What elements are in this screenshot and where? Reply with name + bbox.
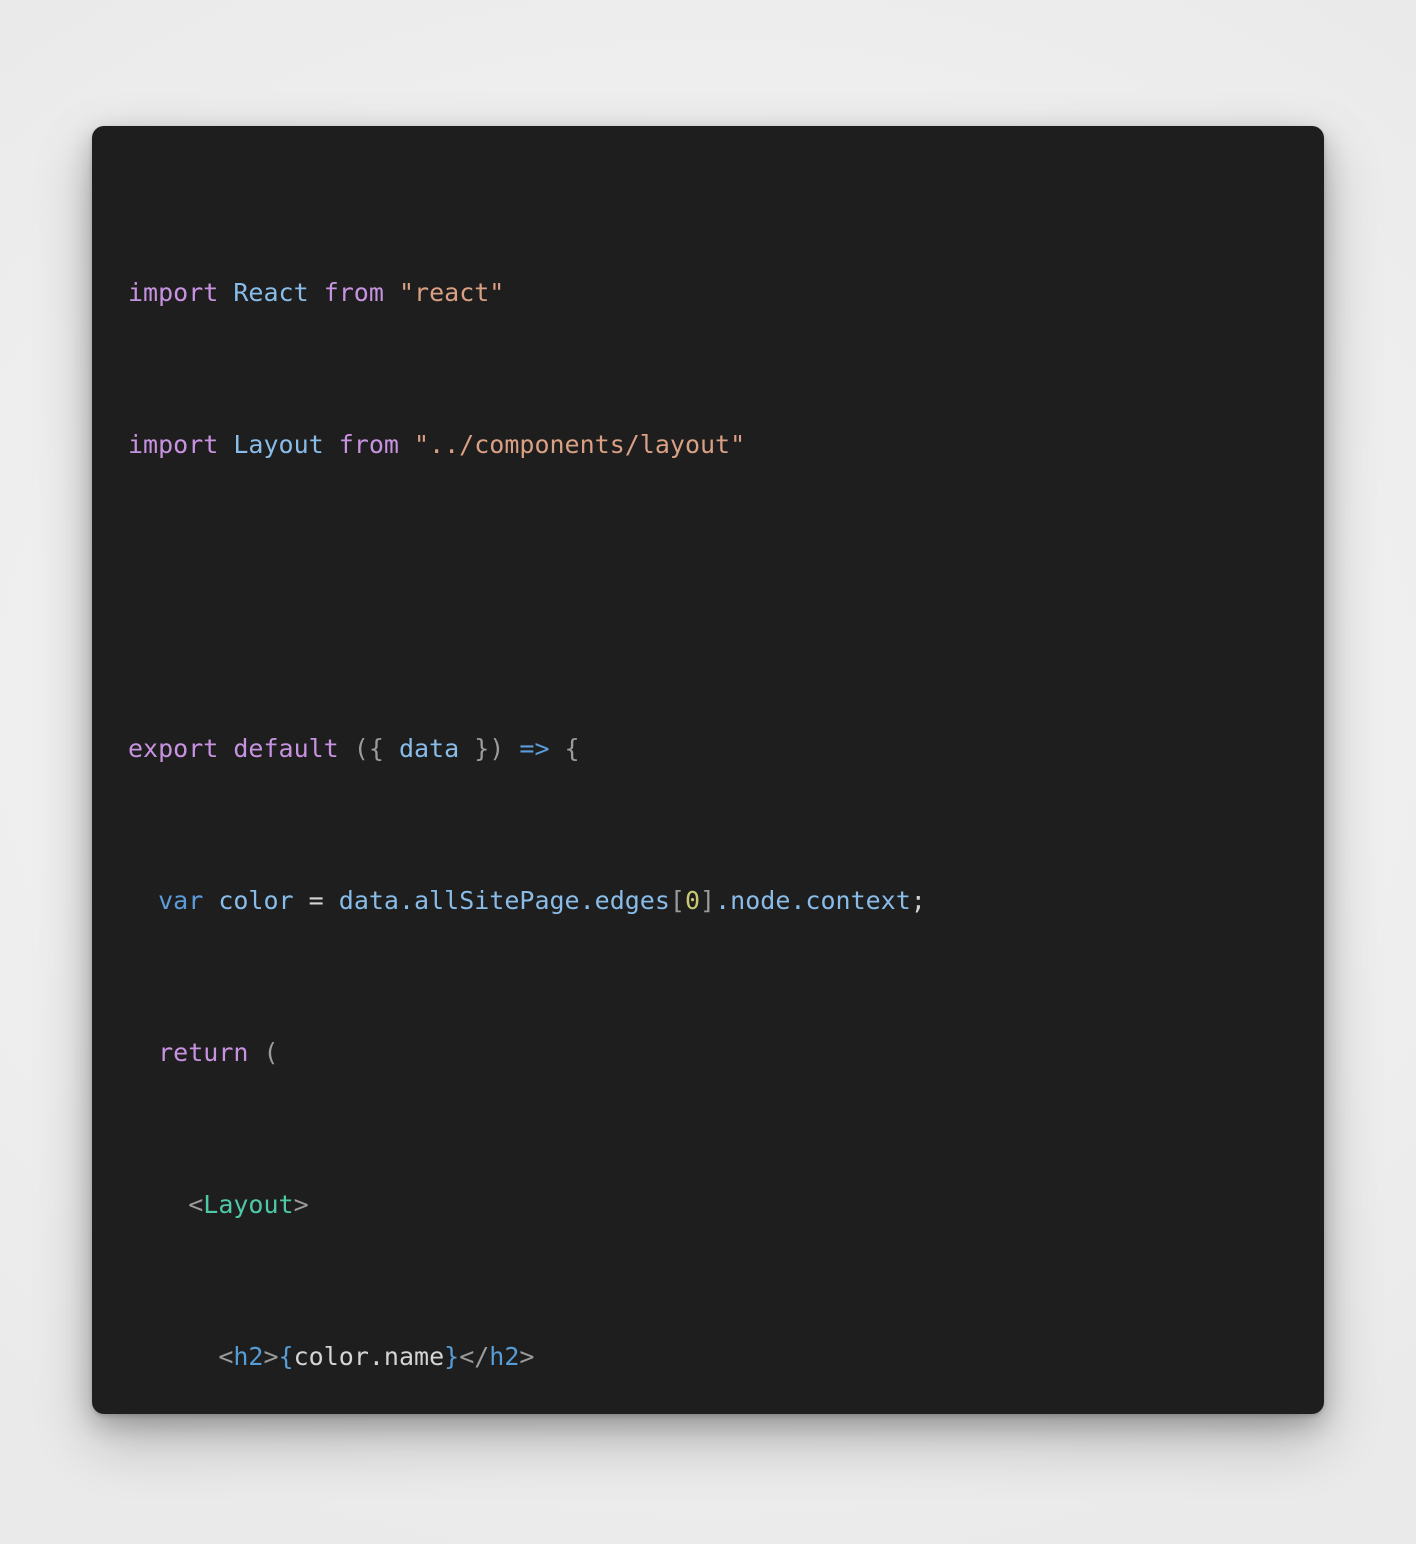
- punct-jsx-close-angle: >: [519, 1342, 535, 1371]
- jsx-tag-h2-open: h2: [233, 1342, 264, 1371]
- punct-open-params: ({: [353, 734, 399, 763]
- punct-expr-close-brace: }: [444, 1342, 460, 1371]
- code-line-1: import React from "react": [128, 274, 1324, 312]
- string-layout-module: "../components/layout": [414, 430, 746, 459]
- code-snippet-card: import React from "react" import Layout …: [92, 126, 1324, 1414]
- expression-data-path-a: data.allSitePage.edges: [338, 886, 670, 915]
- identifier-react: React: [233, 278, 309, 307]
- keyword-import: import: [128, 430, 219, 459]
- code-line-5: var color = data.allSitePage.edges[0].no…: [128, 882, 1324, 920]
- keyword-from: from: [323, 278, 384, 307]
- code-line-8: <h2>{color.name}</h2>: [128, 1338, 1324, 1376]
- string-react-module: "react": [398, 278, 505, 307]
- identifier-layout: Layout: [233, 430, 324, 459]
- code-line-4: export default ({ data }) => {: [128, 730, 1324, 768]
- operator-assign: =: [308, 886, 324, 915]
- number-index-zero: 0: [684, 886, 701, 915]
- expression-data-path-b: .node.context: [715, 886, 911, 915]
- punct-close-params: }): [459, 734, 520, 763]
- code-line-7: <Layout>: [128, 1186, 1324, 1224]
- keyword-export: export: [128, 734, 219, 763]
- code-line-6: return (: [128, 1034, 1324, 1072]
- arrow-operator: =>: [519, 734, 550, 763]
- jsx-expression-color-name: color.name: [293, 1342, 445, 1371]
- punct-jsx-close-angle: >: [293, 1190, 309, 1219]
- keyword-return: return: [158, 1038, 249, 1067]
- punct-expr-open-brace: {: [278, 1342, 294, 1371]
- punct-open-body: {: [549, 734, 580, 763]
- punct-open-paren: (: [263, 1038, 279, 1067]
- punct-semicolon: ;: [910, 886, 926, 915]
- jsx-tag-layout-open: Layout: [203, 1190, 294, 1219]
- page-background: import React from "react" import Layout …: [0, 0, 1416, 1544]
- code-block: import React from "react" import Layout …: [128, 160, 1324, 1414]
- punct-right-bracket: ]: [700, 886, 716, 915]
- code-line-2: import Layout from "../components/layout…: [128, 426, 1324, 464]
- variable-color: color: [218, 886, 294, 915]
- keyword-var: var: [158, 886, 204, 915]
- punct-jsx-open-close-angle: </: [459, 1342, 490, 1371]
- keyword-default: default: [233, 734, 339, 763]
- punct-jsx-open-angle: <: [218, 1342, 234, 1371]
- keyword-import: import: [128, 278, 219, 307]
- param-data: data: [398, 734, 460, 763]
- code-line-3-blank: [128, 578, 1324, 616]
- punct-jsx-open-angle: <: [188, 1190, 204, 1219]
- punct-jsx-close-angle: >: [263, 1342, 279, 1371]
- jsx-tag-h2-close: h2: [489, 1342, 520, 1371]
- punct-left-bracket: [: [669, 886, 685, 915]
- keyword-from: from: [338, 430, 399, 459]
